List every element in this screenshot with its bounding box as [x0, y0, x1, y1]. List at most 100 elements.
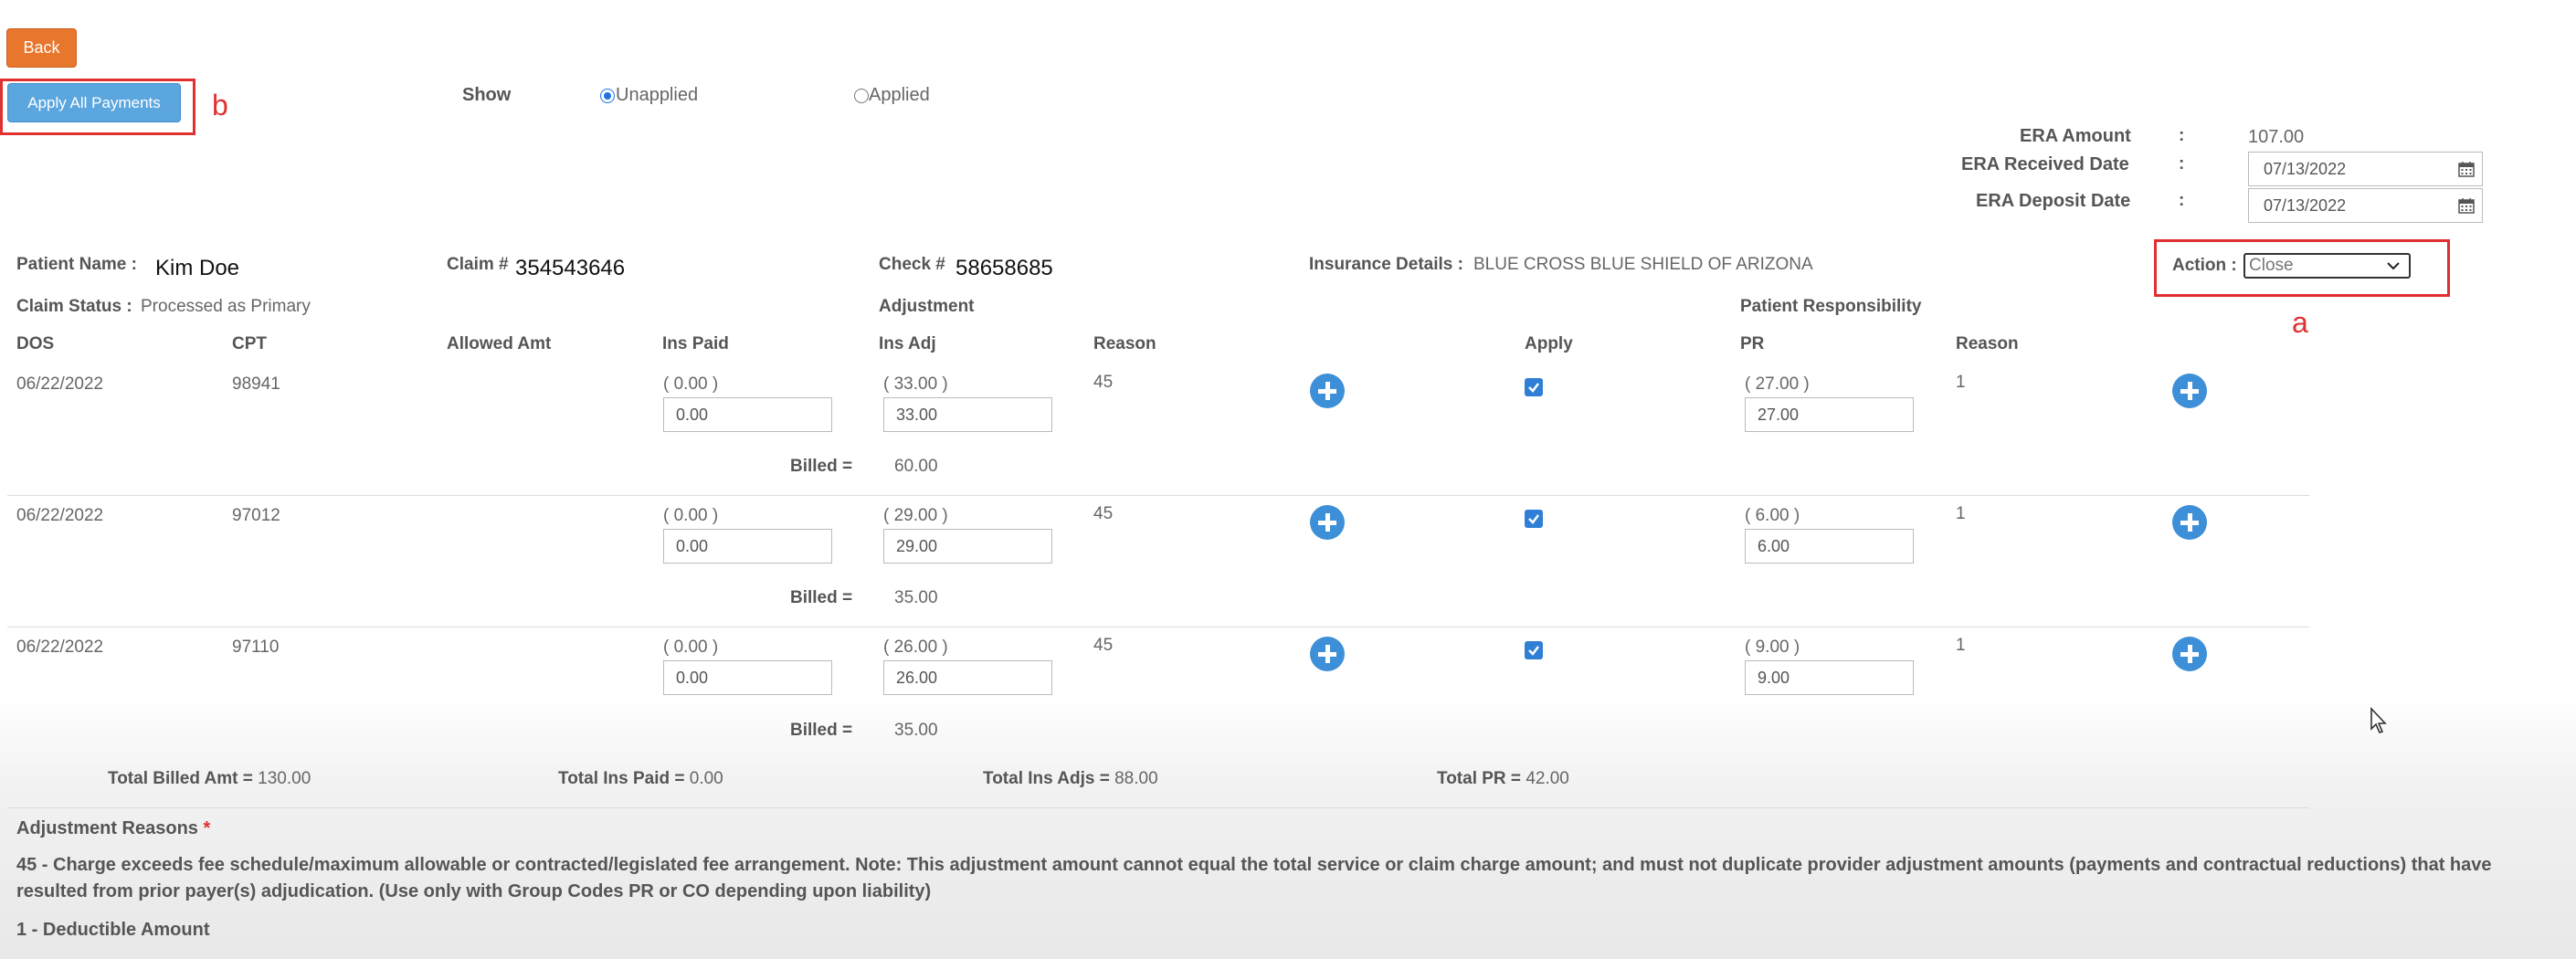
row-reason: 45 — [1093, 504, 1114, 523]
era-deposit-date-value: 07/13/2022 — [2264, 196, 2347, 215]
patient-name-label: Patient Name : — [16, 255, 137, 274]
radio-applied[interactable] — [854, 89, 869, 103]
row-dos: 06/22/2022 — [16, 638, 104, 657]
add-adjustment-reason-icon[interactable] — [1310, 637, 1345, 671]
era-deposit-label: ERA Deposit Date — [1976, 191, 2131, 211]
row-reason: 45 — [1093, 373, 1114, 392]
reason-45-description: 45 - Charge exceeds fee schedule/maximum… — [16, 855, 2492, 901]
ins-adj-value: 26.00 — [896, 669, 938, 687]
col-ins-adj: Ins Adj — [879, 334, 936, 353]
row-dos: 06/22/2022 — [16, 506, 104, 525]
row-cpt: 98941 — [232, 374, 280, 394]
show-label: Show — [462, 85, 512, 105]
total-pr: Total PR = 42.00 — [1437, 769, 1569, 789]
adjustment-reasons-title-text: Adjustment Reasons — [16, 818, 198, 838]
add-adjustment-reason-icon[interactable] — [1310, 505, 1345, 540]
action-select[interactable]: Close — [2243, 253, 2411, 279]
pr-value: 9.00 — [1758, 669, 1790, 687]
billed-value: 35.00 — [894, 588, 938, 607]
col-pr-reason: Reason — [1956, 334, 2019, 353]
total-ins-paid-value: 0.00 — [689, 769, 723, 788]
apply-checkbox[interactable] — [1525, 641, 1543, 659]
pr-input[interactable]: 27.00 — [1745, 397, 1914, 432]
adjustment-reasons-title: Adjustment Reasons * — [16, 818, 210, 839]
chevron-down-icon — [2387, 262, 2400, 270]
ins-adj-input[interactable]: 29.00 — [883, 529, 1052, 564]
check-number-value: 58658685 — [955, 256, 1053, 280]
row-cpt: 97012 — [232, 506, 280, 525]
ins-adj-value: 33.00 — [896, 406, 938, 424]
radio-unapplied[interactable] — [600, 89, 615, 103]
col-ins-paid: Ins Paid — [662, 334, 729, 353]
row-ins-paid-original: ( 0.00 ) — [663, 638, 719, 657]
add-adjustment-reason-icon[interactable] — [1310, 374, 1345, 408]
row-pr-reason: 1 — [1956, 373, 1966, 392]
total-ins-adj-value: 88.00 — [1114, 769, 1158, 788]
pr-input[interactable]: 6.00 — [1745, 529, 1914, 564]
calendar-icon[interactable] — [2458, 197, 2475, 214]
claim-status-value: Processed as Primary — [141, 297, 311, 316]
pr-input[interactable]: 9.00 — [1745, 660, 1914, 695]
claim-number-value: 354543646 — [515, 256, 626, 280]
claim-status-label: Claim Status : — [16, 297, 132, 316]
col-dos: DOS — [16, 334, 55, 353]
total-pr-value: 42.00 — [1526, 769, 1569, 788]
radio-applied-label: Applied — [869, 85, 930, 105]
back-button[interactable]: Back — [6, 28, 77, 68]
row-ins-paid-original: ( 0.00 ) — [663, 374, 719, 394]
row-ins-adj-original: ( 26.00 ) — [883, 638, 948, 657]
apply-checkbox[interactable] — [1525, 510, 1543, 528]
total-ins-adj-label: Total Ins Adjs = — [983, 769, 1110, 788]
row-ins-paid-original: ( 0.00 ) — [663, 506, 719, 525]
era-amount-label: ERA Amount — [2020, 126, 2131, 146]
era-deposit-date-field[interactable]: 07/13/2022 — [2248, 188, 2483, 223]
ins-paid-input[interactable]: 0.00 — [663, 397, 832, 432]
row-pr-reason: 1 — [1956, 636, 1966, 655]
apply-checkbox[interactable] — [1525, 378, 1543, 396]
ins-paid-value: 0.00 — [676, 406, 709, 424]
total-billed: Total Billed Amt = 130.00 — [108, 769, 311, 789]
ins-adj-input[interactable]: 33.00 — [883, 397, 1052, 432]
insurance-details-label: Insurance Details : — [1309, 255, 1463, 274]
total-ins-adj: Total Ins Adjs = 88.00 — [983, 769, 1158, 789]
calendar-icon[interactable] — [2458, 161, 2475, 177]
ins-paid-value: 0.00 — [676, 669, 709, 687]
patient-name-value: Kim Doe — [155, 256, 240, 280]
total-billed-value: 130.00 — [258, 769, 311, 788]
add-pr-reason-icon[interactable] — [2172, 637, 2207, 671]
ins-paid-input[interactable]: 0.00 — [663, 660, 832, 695]
annotation-label-a: a — [2292, 306, 2308, 339]
era-deposit-colon: : — [2179, 191, 2185, 210]
ins-paid-value: 0.00 — [676, 537, 709, 555]
col-cpt: CPT — [232, 334, 267, 353]
era-received-date-field[interactable]: 07/13/2022 — [2248, 152, 2483, 186]
row-dos: 06/22/2022 — [16, 374, 104, 394]
action-label: Action : — [2172, 256, 2237, 275]
row-ins-adj-original: ( 29.00 ) — [883, 506, 948, 525]
total-pr-label: Total PR = — [1437, 769, 1522, 788]
ins-adj-value: 29.00 — [896, 537, 938, 555]
add-pr-reason-icon[interactable] — [2172, 505, 2207, 540]
add-pr-reason-icon[interactable] — [2172, 374, 2207, 408]
ins-adj-input[interactable]: 26.00 — [883, 660, 1052, 695]
mouse-cursor-icon — [2370, 707, 2387, 733]
required-asterisk: * — [203, 818, 211, 838]
billed-label: Billed = — [790, 721, 853, 740]
totals-divider — [7, 807, 2309, 808]
row-pr-original: ( 6.00 ) — [1745, 506, 1800, 525]
row-reason: 45 — [1093, 636, 1114, 655]
total-ins-paid-label: Total Ins Paid = — [558, 769, 685, 788]
row-divider — [7, 495, 2309, 496]
adjustment-group-header: Adjustment — [879, 297, 975, 316]
claim-number-label: Claim # — [447, 255, 509, 274]
row-pr-original: ( 9.00 ) — [1745, 638, 1800, 657]
col-reason: Reason — [1093, 334, 1156, 353]
era-received-label: ERA Received Date — [1961, 154, 2129, 174]
row-pr-reason: 1 — [1956, 504, 1966, 523]
row-ins-adj-original: ( 33.00 ) — [883, 374, 948, 394]
ins-paid-input[interactable]: 0.00 — [663, 529, 832, 564]
check-number-label: Check # — [879, 255, 945, 274]
col-pr: PR — [1740, 334, 1765, 353]
total-billed-label: Total Billed Amt = — [108, 769, 253, 788]
apply-all-payments-button[interactable]: Apply All Payments — [7, 83, 181, 122]
